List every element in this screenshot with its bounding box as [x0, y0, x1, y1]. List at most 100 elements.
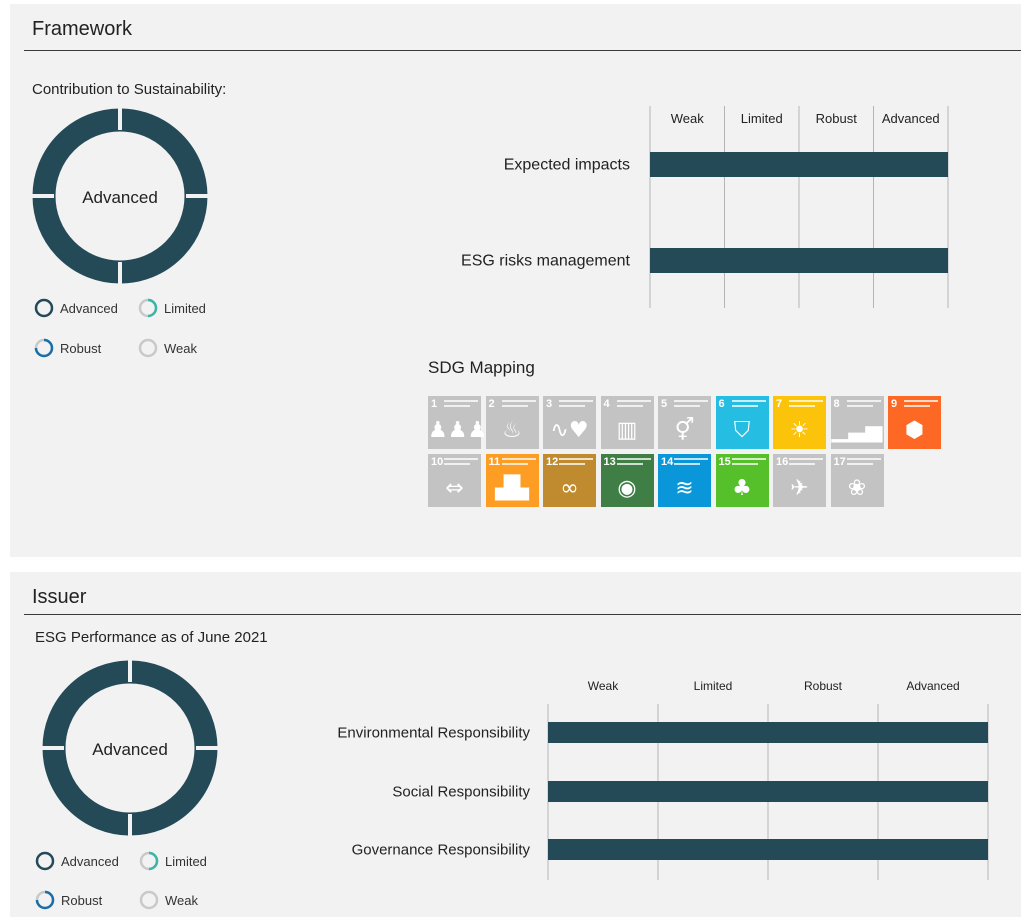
- city-icon: ▟▙: [495, 476, 529, 501]
- sdg-number: 15: [718, 456, 731, 468]
- sdg-caption-line: [616, 405, 643, 407]
- sdg-caption-line: [616, 400, 651, 402]
- gender-icon: ⚥: [674, 418, 695, 443]
- sdg-tile-6: 6 ⛉: [715, 396, 769, 449]
- infinity-icon: ∞: [560, 476, 579, 501]
- sdg-tile-5: 5 ⚥: [658, 396, 711, 449]
- framework-subtitle: Contribution to Sustainability:: [32, 81, 227, 98]
- sdg-caption-line: [444, 400, 478, 402]
- sdg-caption-line: [501, 405, 528, 407]
- legend-robust: Robust: [34, 338, 101, 358]
- sdg-caption-line: [444, 458, 478, 460]
- book-icon: ▥: [616, 418, 638, 443]
- legend-advanced-label: Advanced: [60, 300, 118, 316]
- framework-title-divider: [24, 50, 1021, 51]
- legend-limited-label: Limited: [164, 300, 206, 316]
- sdg-caption-line: [674, 400, 708, 402]
- legend-robust: Robust: [35, 890, 102, 910]
- sdg-number: 7: [776, 398, 783, 410]
- sdg-caption-line: [444, 405, 470, 407]
- row-label: ESG risks management: [461, 253, 631, 270]
- sdg-tile-15: 15 ♣: [715, 454, 769, 507]
- scale-label-weak: Weak: [671, 111, 704, 126]
- sdg-number: 5: [661, 398, 668, 410]
- sdg-tile-7: 7 ☀: [773, 396, 826, 449]
- sun-icon: ☀: [789, 418, 810, 443]
- legend-limited: Limited: [138, 298, 206, 318]
- sdg-caption-line: [616, 458, 651, 460]
- donut-gap: [118, 108, 122, 130]
- sdg-number: 16: [776, 456, 789, 468]
- sdg-number: 17: [833, 456, 846, 468]
- sdg-caption-line: [789, 400, 823, 402]
- sdg-number: 11: [488, 456, 501, 468]
- sdg-tile-10: 10 ⇔: [428, 454, 481, 507]
- sdg-tile-12: 12 ∞: [543, 454, 596, 507]
- sdg-caption-line: [731, 400, 766, 402]
- sdg-tile-14: 14 ≋: [658, 454, 711, 507]
- growth-chart-icon: ▁▃▅: [831, 418, 883, 443]
- scale-label-limited: Limited: [694, 679, 733, 693]
- sdg-caption-line: [444, 463, 470, 465]
- legend-limited-icon: [138, 298, 158, 318]
- sdg-tile-17: 17 ❀: [830, 454, 884, 507]
- issuer-esg-performance-chart: Weak Limited Robust Advanced Environmental R…: [337, 679, 989, 880]
- fish-icon: ≋: [675, 476, 694, 501]
- sdg-tile-3: 3 ∿♥: [543, 396, 596, 449]
- issuer-section: Issuer ESG Performance as of June 2021 A…: [10, 572, 1021, 917]
- sdg-caption-line: [789, 463, 815, 465]
- sdg-caption-line: [559, 458, 593, 460]
- issuer-subtitle: ESG Performance as of June 2021: [35, 629, 268, 646]
- framework-donut-label: Advanced: [82, 188, 158, 207]
- sdg-tile-11: 11 ▟▙: [485, 454, 539, 507]
- sdg-number: 9: [891, 398, 898, 410]
- sdg-number: 6: [718, 398, 725, 410]
- donut-gap: [128, 814, 132, 836]
- framework-assessment-chart: Weak Limited Robust Advanced Expected impact…: [461, 106, 949, 308]
- scale-label-robust: Robust: [816, 111, 858, 126]
- sdg-number: 13: [603, 456, 616, 468]
- framework-title: Framework: [32, 18, 133, 40]
- sdg-caption-line: [501, 400, 536, 402]
- bar-expected-impacts: [650, 152, 948, 177]
- legend-robust-icon: [34, 338, 54, 358]
- scale-label-limited: Limited: [741, 111, 783, 126]
- sdg-caption-line: [616, 463, 643, 465]
- row-label: Environmental Responsibility: [337, 725, 530, 742]
- issuer-title: Issuer: [32, 586, 87, 608]
- sdg-tile-9: 9 ⬢: [888, 396, 941, 449]
- sdg-number: 3: [546, 398, 553, 410]
- sdg-number: 14: [661, 456, 674, 468]
- sdg-number: 12: [546, 456, 559, 468]
- sdg-caption-line: [846, 458, 881, 460]
- scale-label-advanced: Advanced: [906, 679, 959, 693]
- sdg-caption-line: [674, 463, 700, 465]
- sdg-caption-line: [904, 400, 938, 402]
- scale-label-advanced: Advanced: [882, 111, 940, 126]
- legend-weak-icon: [139, 890, 159, 910]
- bar-esg-risks-management: [650, 248, 948, 273]
- bowl-icon: ♨: [502, 418, 522, 443]
- bar-governance-responsibility: [548, 839, 988, 860]
- scale-label-weak: Weak: [588, 679, 619, 693]
- bar-environmental-responsibility: [548, 722, 988, 743]
- sdg-tile-1: 1 ♟♟♟: [428, 396, 487, 449]
- sdg-caption-line: [559, 400, 593, 402]
- sdg-number: 8: [833, 398, 840, 410]
- sdg-caption-line: [789, 405, 815, 407]
- sdg-caption-line: [674, 458, 708, 460]
- eye-globe-icon: ◉: [617, 476, 637, 501]
- sdg-caption-line: [904, 405, 930, 407]
- legend-limited-label: Limited: [165, 853, 207, 869]
- row-label: Expected impacts: [504, 157, 630, 174]
- sdg-tile-4: 4 ▥: [600, 396, 654, 449]
- sdg-caption-line: [846, 400, 881, 402]
- donut-gap: [128, 660, 132, 682]
- legend-weak-label: Weak: [165, 892, 198, 908]
- legend-weak-label: Weak: [164, 340, 197, 356]
- tree-icon: ♣: [732, 476, 752, 501]
- sdg-caption-line: [674, 405, 700, 407]
- issuer-title-divider: [24, 614, 1021, 615]
- sdg-caption-line: [559, 463, 585, 465]
- sdg-number: 4: [603, 398, 610, 410]
